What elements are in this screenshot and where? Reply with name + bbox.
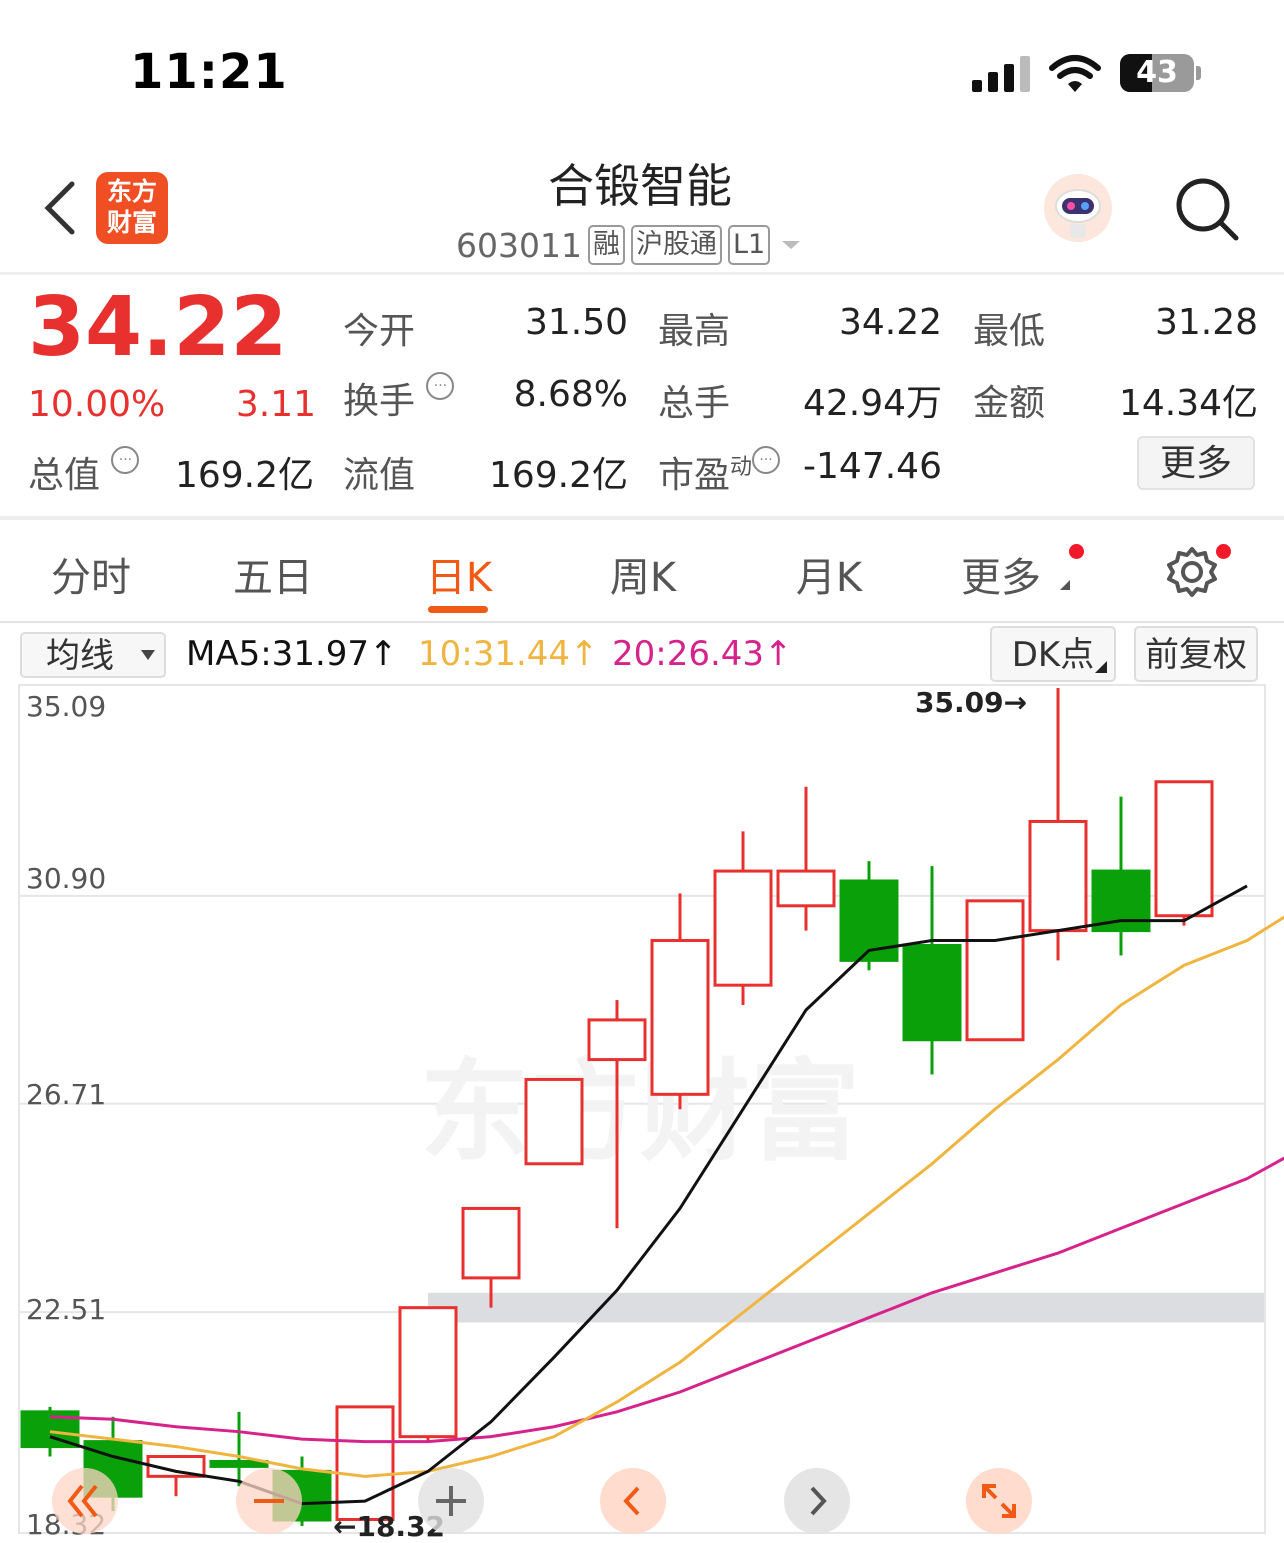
support-band: [428, 1292, 1264, 1323]
double-chevron-left-icon: [67, 1484, 98, 1518]
candle-up: [650, 939, 710, 1096]
candle-down: [209, 1459, 269, 1468]
ma5-line: [49, 884, 1248, 1506]
candle-up: [1028, 819, 1088, 933]
scroll-left-fast-button[interactable]: [52, 1468, 118, 1534]
candle-down: [902, 943, 962, 1042]
candle-up: [524, 1077, 584, 1166]
watermark-text: 东方财富: [420, 1048, 860, 1176]
plus-icon: [436, 1486, 466, 1516]
zoom-in-button[interactable]: [418, 1468, 484, 1534]
candle-up: [398, 1306, 458, 1439]
candle-up: [1154, 780, 1214, 918]
chevron-left-icon: [623, 1486, 640, 1516]
max-price-label: 35.09→: [915, 686, 1028, 719]
scroll-left-button[interactable]: [600, 1468, 666, 1534]
chevron-right-icon: [810, 1486, 827, 1516]
kline-chart[interactable]: 东方财富: [0, 0, 1284, 1527]
candle-up: [713, 869, 773, 987]
expand-icon: [982, 1484, 1016, 1518]
y-tick-label: 35.09: [26, 690, 107, 723]
candle-up: [587, 1018, 647, 1062]
candle-up: [461, 1206, 521, 1280]
candle-up: [776, 869, 836, 908]
y-tick-label: 30.90: [26, 862, 107, 895]
candle-up: [965, 899, 1025, 1042]
zoom-out-button[interactable]: [236, 1468, 302, 1534]
minus-icon: [254, 1499, 284, 1503]
fullscreen-button[interactable]: [966, 1468, 1032, 1534]
scroll-right-button[interactable]: [784, 1468, 850, 1534]
y-tick-label: 26.71: [26, 1078, 107, 1111]
y-tick-label: 22.51: [26, 1293, 107, 1326]
